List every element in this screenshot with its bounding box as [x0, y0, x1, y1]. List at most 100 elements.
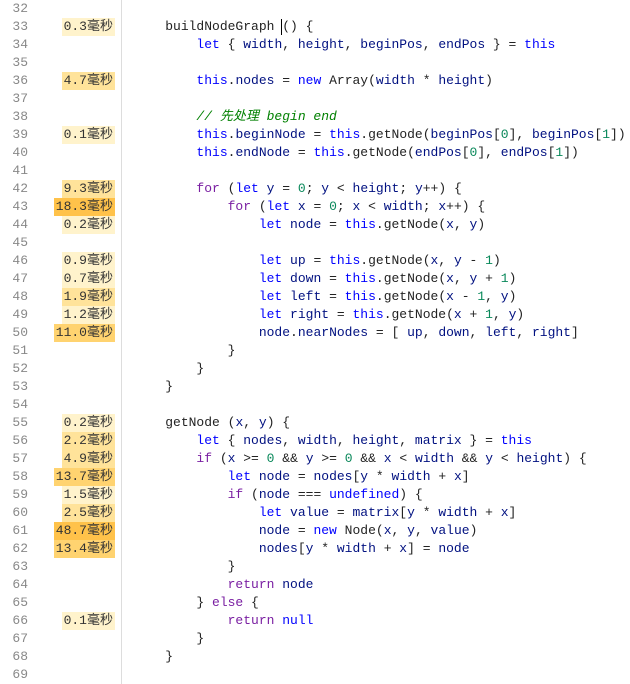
- code-token: .: [384, 307, 392, 322]
- code-token: ,: [470, 325, 486, 340]
- code-line[interactable]: 470.7毫秒 let down = this.getNode(x, y + 1…: [0, 270, 630, 288]
- profile-time-unit: 毫秒: [87, 271, 113, 286]
- code-line[interactable]: 491.2毫秒 let right = this.getNode(x + 1, …: [0, 306, 630, 324]
- code-content[interactable]: // 先处理 begin end: [122, 108, 630, 126]
- code-line[interactable]: 40 this.endNode = this.getNode(endPos[0]…: [0, 144, 630, 162]
- code-line[interactable]: 6213.4毫秒 nodes[y * width + x] = node: [0, 540, 630, 558]
- code-line[interactable]: 69: [0, 666, 630, 684]
- code-content[interactable]: [122, 234, 630, 252]
- profile-time-cell: 1.9毫秒: [36, 288, 122, 306]
- code-content[interactable]: if (x >= 0 && y >= 0 && x < width && y <…: [122, 450, 630, 468]
- code-token: Node: [345, 523, 376, 538]
- code-content[interactable]: let { width, height, beginPos, endPos } …: [122, 36, 630, 54]
- code-token: =: [306, 253, 329, 268]
- code-line[interactable]: 4318.3毫秒 for (let x = 0; x < width; x++)…: [0, 198, 630, 216]
- code-token: [134, 37, 196, 52]
- code-content[interactable]: this.nodes = new Array(width * height): [122, 72, 630, 90]
- code-line[interactable]: 68 }: [0, 648, 630, 666]
- code-line[interactable]: 574.9毫秒 if (x >= 0 && y >= 0 && x < widt…: [0, 450, 630, 468]
- code-line[interactable]: 54: [0, 396, 630, 414]
- code-line[interactable]: 38 // 先处理 begin end: [0, 108, 630, 126]
- code-content[interactable]: [122, 162, 630, 180]
- code-editor[interactable]: 32330.3毫秒 buildNodeGraph () {34 let { wi…: [0, 0, 630, 684]
- code-content[interactable]: }: [122, 648, 630, 666]
- code-content[interactable]: }: [122, 558, 630, 576]
- code-line[interactable]: 440.2毫秒 let node = this.getNode(x, y): [0, 216, 630, 234]
- code-content[interactable]: let node = nodes[y * width + x]: [122, 468, 630, 486]
- code-line[interactable]: 602.5毫秒 let value = matrix[y * width + x…: [0, 504, 630, 522]
- code-content[interactable]: [122, 666, 630, 684]
- code-content[interactable]: nodes[y * width + x] = node: [122, 540, 630, 558]
- code-content[interactable]: this.beginNode = this.getNode(beginPos[0…: [122, 126, 630, 144]
- code-content[interactable]: [122, 90, 630, 108]
- code-content[interactable]: let value = matrix[y * width + x]: [122, 504, 630, 522]
- code-line[interactable]: 460.9毫秒 let up = this.getNode(x, y - 1): [0, 252, 630, 270]
- code-content[interactable]: } else {: [122, 594, 630, 612]
- code-line[interactable]: 52 }: [0, 360, 630, 378]
- code-content[interactable]: return null: [122, 612, 630, 630]
- code-token: ++) {: [423, 181, 462, 196]
- code-line[interactable]: 562.2毫秒 let { nodes, width, height, matr…: [0, 432, 630, 450]
- code-content[interactable]: for (let x = 0; x < width; x++) {: [122, 198, 630, 216]
- code-line[interactable]: 5813.7毫秒 let node = nodes[y * width + x]: [0, 468, 630, 486]
- code-token: 1: [602, 127, 610, 142]
- code-content[interactable]: let left = this.getNode(x - 1, y): [122, 288, 630, 306]
- code-content[interactable]: getNode (x, y) {: [122, 414, 630, 432]
- code-token: ): [477, 217, 485, 232]
- code-content[interactable]: return node: [122, 576, 630, 594]
- code-content[interactable]: }: [122, 378, 630, 396]
- code-content[interactable]: [122, 54, 630, 72]
- code-token: [134, 127, 196, 142]
- profile-time: 4.9毫秒: [62, 450, 115, 468]
- code-content[interactable]: let right = this.getNode(x + 1, y): [122, 306, 630, 324]
- code-line[interactable]: 6148.7毫秒 node = new Node(x, y, value): [0, 522, 630, 540]
- code-content[interactable]: [122, 0, 630, 18]
- code-line[interactable]: 364.7毫秒 this.nodes = new Array(width * h…: [0, 72, 630, 90]
- code-line[interactable]: 37: [0, 90, 630, 108]
- code-line[interactable]: 41: [0, 162, 630, 180]
- code-line[interactable]: 67 }: [0, 630, 630, 648]
- code-token: ;: [306, 181, 322, 196]
- profile-time-cell: 13.7毫秒: [36, 468, 122, 486]
- code-token: (: [376, 523, 384, 538]
- code-line[interactable]: 591.5毫秒 if (node === undefined) {: [0, 486, 630, 504]
- code-content[interactable]: }: [122, 630, 630, 648]
- code-content[interactable]: for (let y = 0; y < height; y++) {: [122, 180, 630, 198]
- code-line[interactable]: 51 }: [0, 342, 630, 360]
- code-line[interactable]: 45: [0, 234, 630, 252]
- code-line[interactable]: 35: [0, 54, 630, 72]
- profile-time-unit: 毫秒: [87, 541, 113, 556]
- code-line[interactable]: 390.1毫秒 this.beginNode = this.getNode(be…: [0, 126, 630, 144]
- code-token: for: [196, 181, 219, 196]
- code-line[interactable]: 481.9毫秒 let left = this.getNode(x - 1, y…: [0, 288, 630, 306]
- code-content[interactable]: }: [122, 360, 630, 378]
- code-line[interactable]: 550.2毫秒 getNode (x, y) {: [0, 414, 630, 432]
- line-number: 40: [0, 144, 36, 162]
- code-content[interactable]: let up = this.getNode(x, y - 1): [122, 252, 630, 270]
- code-line[interactable]: 64 return node: [0, 576, 630, 594]
- code-token: }: [134, 595, 212, 610]
- code-line[interactable]: 34 let { width, height, beginPos, endPos…: [0, 36, 630, 54]
- code-content[interactable]: node = new Node(x, y, value): [122, 522, 630, 540]
- code-line[interactable]: 53 }: [0, 378, 630, 396]
- code-content[interactable]: let { nodes, width, height, matrix } = t…: [122, 432, 630, 450]
- code-line[interactable]: 32: [0, 0, 630, 18]
- code-line[interactable]: 660.1毫秒 return null: [0, 612, 630, 630]
- code-line[interactable]: 63 }: [0, 558, 630, 576]
- profile-time-value: 48.7: [56, 523, 87, 538]
- code-content[interactable]: if (node === undefined) {: [122, 486, 630, 504]
- code-token: =: [306, 199, 329, 214]
- code-token: [134, 271, 259, 286]
- code-content[interactable]: let down = this.getNode(x, y + 1): [122, 270, 630, 288]
- code-content[interactable]: }: [122, 342, 630, 360]
- profile-time: 4.7毫秒: [62, 72, 115, 90]
- code-line[interactable]: 429.3毫秒 for (let y = 0; y < height; y++)…: [0, 180, 630, 198]
- code-content[interactable]: [122, 396, 630, 414]
- code-content[interactable]: node.nearNodes = [ up, down, left, right…: [122, 324, 630, 342]
- code-content[interactable]: buildNodeGraph () {: [122, 18, 630, 36]
- code-content[interactable]: let node = this.getNode(x, y): [122, 216, 630, 234]
- code-line[interactable]: 65 } else {: [0, 594, 630, 612]
- code-content[interactable]: this.endNode = this.getNode(endPos[0], e…: [122, 144, 630, 162]
- code-line[interactable]: 5011.0毫秒 node.nearNodes = [ up, down, le…: [0, 324, 630, 342]
- code-line[interactable]: 330.3毫秒 buildNodeGraph () {: [0, 18, 630, 36]
